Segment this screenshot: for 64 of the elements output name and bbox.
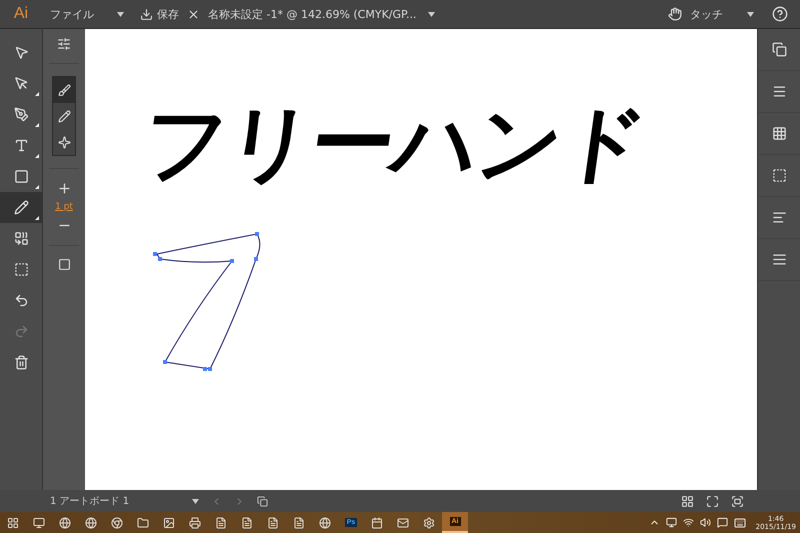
undo-icon — [14, 293, 28, 308]
globe-icon — [59, 516, 71, 528]
wifi-icon[interactable] — [682, 517, 694, 528]
workspace-menu[interactable]: タッチ — [682, 0, 762, 28]
document-title[interactable]: 名称未設定 -1* @ 142.69% (CMYK/GP... — [200, 0, 444, 28]
document-icon — [215, 516, 227, 528]
touch-icon[interactable] — [668, 7, 682, 21]
monitor-icon — [33, 516, 45, 528]
plus-icon[interactable] — [56, 181, 72, 196]
lines-icon — [772, 252, 786, 267]
mail-icon — [397, 516, 409, 528]
save-button[interactable]: 保存 — [132, 0, 187, 28]
globe-icon — [85, 516, 97, 528]
options-icon[interactable] — [57, 37, 71, 51]
grid-icon — [772, 126, 786, 141]
download-icon — [140, 8, 153, 20]
tool-button[interactable] — [0, 192, 42, 223]
redo-icon — [14, 324, 28, 339]
freehand-lettering: フリーハンド — [135, 93, 653, 194]
sparkle-icon — [58, 136, 70, 148]
overlapping-squares-icon — [772, 42, 786, 57]
align-left-icon — [772, 210, 786, 225]
lines-icon — [772, 84, 786, 99]
actual-size-icon[interactable] — [731, 494, 744, 508]
artboard-icon[interactable] — [257, 496, 268, 506]
dashed-square-icon — [14, 262, 28, 277]
printer-icon — [189, 516, 201, 528]
close-icon[interactable] — [187, 8, 200, 20]
document-icon — [293, 516, 305, 528]
caret-icon — [117, 12, 124, 16]
dashed-square-icon — [772, 168, 786, 183]
calendar-icon — [371, 516, 383, 528]
square-icon[interactable] — [58, 258, 70, 271]
trash-icon — [14, 355, 28, 370]
fit-icon[interactable] — [706, 494, 719, 508]
text-icon — [14, 138, 28, 153]
notification-icon[interactable] — [716, 517, 728, 528]
brush-icon — [58, 84, 70, 96]
help-icon[interactable] — [772, 6, 788, 22]
file-menu[interactable]: ファイル — [42, 0, 132, 28]
brush-button[interactable] — [53, 77, 75, 103]
keyboard-icon[interactable] — [734, 516, 746, 528]
caret-icon — [747, 12, 754, 16]
app-logo: Ai — [12, 5, 30, 23]
caret-icon — [428, 12, 436, 16]
pencil-icon — [14, 200, 28, 215]
chrome-icon — [111, 516, 123, 528]
globe-icon — [319, 516, 331, 528]
pen-nib-icon — [14, 107, 28, 122]
settings-icon — [423, 516, 435, 528]
grid-icon[interactable] — [681, 494, 694, 508]
caret-icon — [192, 498, 199, 504]
shapes-icon — [14, 231, 28, 246]
arrow-pointer-icon — [14, 45, 28, 60]
folder-icon — [137, 516, 149, 528]
windows-grid-icon — [7, 516, 19, 528]
document-icon — [241, 516, 253, 528]
artboard-selector[interactable]: 1 アートボード 1 — [50, 494, 180, 508]
pencil-icon — [58, 110, 70, 122]
speaker-icon[interactable] — [700, 517, 711, 528]
arrow-pointer-icon — [14, 76, 28, 91]
rectangle-icon — [14, 169, 28, 184]
image-icon — [163, 516, 175, 528]
document-icon — [267, 516, 279, 528]
